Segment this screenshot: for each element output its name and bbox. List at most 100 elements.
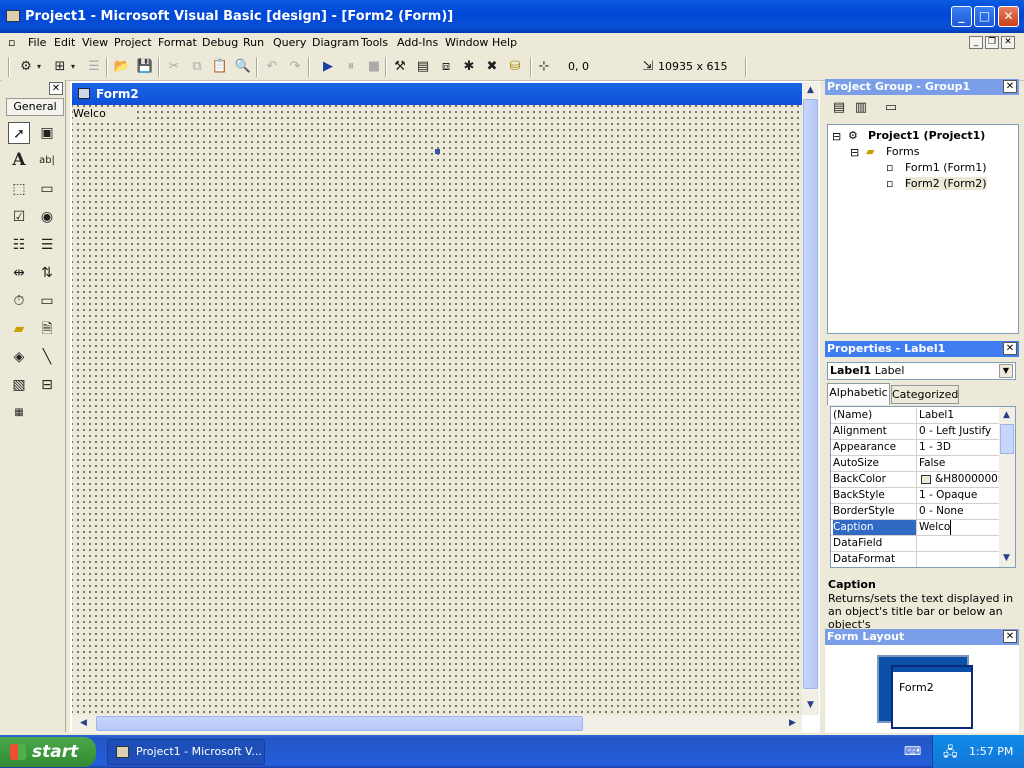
menu-project[interactable]: Project (114, 36, 152, 49)
menu-diagram[interactable]: Diagram (312, 36, 359, 49)
optionbutton-tool-icon[interactable]: ◉ (36, 206, 58, 228)
property-row[interactable]: AutoSize False (831, 456, 999, 472)
caption-value-input[interactable]: Welco (919, 520, 952, 535)
scroll-up-icon[interactable]: ▲ (999, 408, 1014, 423)
tree-forms-folder[interactable]: Forms (886, 145, 919, 158)
form-resize-handle[interactable] (435, 149, 440, 154)
break-icon[interactable]: ⏸ (341, 57, 361, 77)
scroll-down-icon[interactable]: ▼ (803, 698, 818, 713)
menu-window[interactable]: Window (445, 36, 488, 49)
keyboard-icon[interactable]: ⌨ (904, 744, 921, 758)
menu-help[interactable]: Help (492, 36, 517, 49)
checkbox-tool-icon[interactable]: ☑ (8, 206, 30, 228)
properties-close-button[interactable]: ✕ (1003, 342, 1017, 355)
cut-icon[interactable]: ✂ (164, 57, 184, 77)
add-form-dropdown-icon[interactable]: ▾ (68, 57, 78, 77)
property-row[interactable]: Appearance 1 - 3D (831, 440, 999, 456)
vb-app-icon[interactable] (6, 10, 20, 22)
toolbox-close-button[interactable]: ✕ (49, 82, 63, 95)
property-value[interactable]: 0 - Left Justify (919, 424, 999, 439)
menu-format[interactable]: Format (158, 36, 197, 49)
vscrollbar-tool-icon[interactable]: ⇅ (36, 262, 58, 284)
data-view-icon[interactable]: ⛁ (505, 57, 525, 77)
add-project-icon[interactable]: ⚙ (16, 57, 36, 77)
tree-project-root[interactable]: Project1 (Project1) (868, 129, 985, 142)
undo-icon[interactable]: ↶ (262, 57, 282, 77)
toolbox-icon[interactable]: ✖ (482, 57, 502, 77)
view-code-icon[interactable]: ▤ (829, 98, 849, 118)
form2-preview[interactable]: Form2 (891, 665, 973, 729)
property-row[interactable]: Alignment 0 - Left Justify (831, 424, 999, 440)
form-design-surface[interactable] (72, 105, 802, 715)
close-button[interactable]: ✕ (998, 6, 1019, 27)
ole-tool-icon[interactable]: ▦ (8, 402, 30, 424)
data-tool-icon[interactable]: ⊟ (36, 374, 58, 396)
property-row-selected[interactable]: Caption Welco (831, 520, 999, 536)
open-project-icon[interactable]: 📂 (112, 57, 132, 77)
clock[interactable]: 1:57 PM (969, 745, 1013, 758)
menu-tools[interactable]: Tools (361, 36, 388, 49)
tree-item-form1[interactable]: Form1 (Form1) (905, 161, 987, 174)
project-explorer-icon[interactable]: ⚒ (390, 57, 410, 77)
scroll-left-icon[interactable]: ◀ (76, 716, 91, 731)
end-stop-icon[interactable]: ■ (364, 57, 384, 77)
label-tool-icon[interactable]: A (8, 150, 30, 172)
property-row[interactable]: DataFormat (831, 552, 999, 567)
object-browser-icon[interactable]: ✱ (459, 57, 479, 77)
mdi-doc-icon[interactable]: ▫ (8, 36, 15, 49)
scroll-up-icon[interactable]: ▲ (803, 83, 818, 98)
label1-control[interactable]: Welco (73, 107, 133, 123)
menu-debug[interactable]: Debug (202, 36, 238, 49)
toolbox-general-tab[interactable]: General (6, 98, 64, 116)
add-form-icon[interactable]: ⊞ (50, 57, 70, 77)
drivelistbox-tool-icon[interactable]: ▭ (36, 290, 58, 312)
scroll-down-icon[interactable]: ▼ (999, 551, 1014, 566)
menu-edit[interactable]: Edit (54, 36, 75, 49)
property-row[interactable]: BorderStyle 0 - None (831, 504, 999, 520)
property-value[interactable]: &H8000000F (919, 472, 999, 487)
menu-query[interactable]: Query (273, 36, 306, 49)
properties-scroll-thumb[interactable] (1000, 424, 1014, 454)
redo-icon[interactable]: ↷ (285, 57, 305, 77)
dirlistbox-tool-icon[interactable]: ▰ (8, 318, 30, 340)
mdi-minimize-button[interactable]: _ (969, 36, 983, 49)
object-selector-dropdown[interactable]: Label1 Label ▼ (827, 362, 1016, 380)
find-icon[interactable]: 🔍 (233, 57, 253, 77)
minimize-button[interactable]: _ (951, 6, 972, 27)
mdi-close-button[interactable]: ✕ (1001, 36, 1015, 49)
property-row[interactable]: BackStyle 1 - Opaque (831, 488, 999, 504)
frame-tool-icon[interactable]: ⬚ (8, 178, 30, 200)
property-row[interactable]: (Name) Label1 (831, 408, 999, 424)
picturebox-tool-icon[interactable]: ▣ (36, 122, 58, 144)
hscrollbar-tool-icon[interactable]: ⇹ (8, 262, 30, 284)
network-icon[interactable]: 🖧 (943, 743, 958, 765)
chevron-down-icon[interactable]: ▼ (999, 364, 1013, 378)
menu-view[interactable]: View (82, 36, 108, 49)
property-value[interactable]: False (919, 456, 999, 471)
property-value[interactable]: 0 - None (919, 504, 999, 519)
tab-categorized[interactable]: Categorized (891, 385, 959, 404)
properties-window-icon[interactable]: ▤ (413, 57, 433, 77)
menu-run[interactable]: Run (243, 36, 264, 49)
property-row[interactable]: BackColor &H8000000F (831, 472, 999, 488)
add-project-dropdown-icon[interactable]: ▾ (34, 57, 44, 77)
form-horizontal-scrollbar[interactable]: ◀ ▶ (72, 715, 802, 732)
tree-collapse-icon[interactable]: ⊟ (850, 146, 859, 159)
form-layout-close-button[interactable]: ✕ (1003, 630, 1017, 643)
scroll-right-icon[interactable]: ▶ (785, 716, 800, 731)
start-run-icon[interactable]: ▶ (318, 57, 338, 77)
textbox-tool-icon[interactable]: ab| (36, 150, 58, 172)
menu-editor-icon[interactable]: ☰ (84, 57, 104, 77)
horizontal-scroll-thumb[interactable] (96, 716, 583, 731)
combobox-tool-icon[interactable]: ☷ (8, 234, 30, 256)
property-value[interactable]: 1 - Opaque (919, 488, 999, 503)
vertical-scroll-thumb[interactable] (803, 99, 818, 689)
menu-addins[interactable]: Add-Ins (397, 36, 438, 49)
tree-collapse-icon[interactable]: ⊟ (832, 130, 841, 143)
taskbar-vb-button[interactable]: Project1 - Microsoft V... (107, 739, 265, 765)
tab-alphabetic[interactable]: Alphabetic (827, 383, 890, 405)
image-tool-icon[interactable]: ▧ (8, 374, 30, 396)
shape-tool-icon[interactable]: ◈ (8, 346, 30, 368)
filelistbox-tool-icon[interactable]: 🗎 (36, 318, 58, 340)
mdi-restore-button[interactable]: ❐ (985, 36, 999, 49)
